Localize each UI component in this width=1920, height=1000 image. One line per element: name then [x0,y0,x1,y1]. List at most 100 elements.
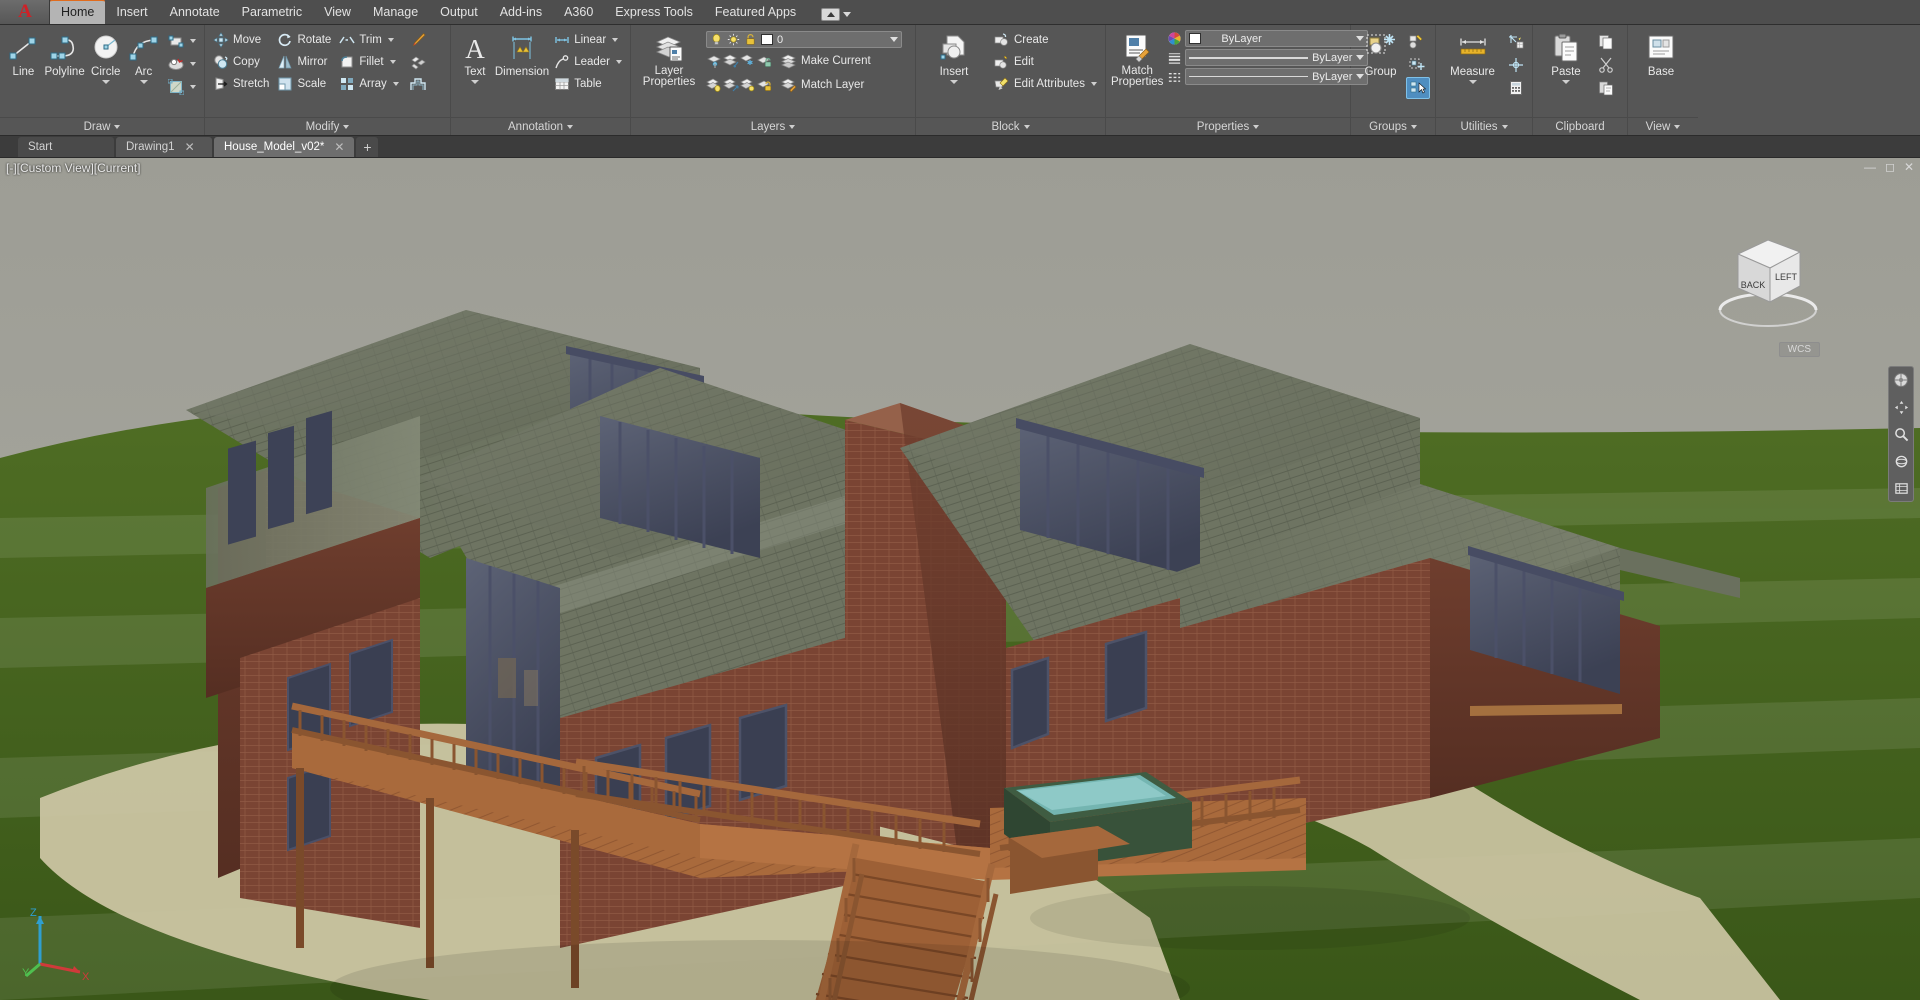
panel-title-modify[interactable]: Modify [205,117,450,135]
modify-offset-button[interactable] [407,73,429,95]
panel-title-annotation[interactable]: Annotation [451,117,630,135]
draw-arc-button[interactable]: Arc [125,29,162,84]
lineweight-icon[interactable] [1167,50,1182,65]
paste-button[interactable]: Paste [1538,29,1594,84]
draw-circle-button[interactable]: Circle [87,29,124,84]
modify-move-button[interactable]: Move [210,29,272,51]
group-selection-on-off-button[interactable] [1406,77,1430,99]
cut-clip-button[interactable] [1595,54,1617,76]
ungroup-button[interactable] [1406,31,1430,53]
layer-unlock-icon[interactable] [757,77,773,93]
block-insert-button[interactable]: Insert [921,29,987,84]
draw-line-button[interactable]: Line [5,29,42,78]
modify-trim-button[interactable]: Trim [336,29,401,51]
group-edit-button[interactable] [1406,54,1430,76]
chevron-down-icon[interactable] [101,80,110,84]
paste-special-button[interactable] [1595,77,1617,99]
zoom-icon[interactable] [1892,425,1910,443]
application-menu-button[interactable]: A [0,0,50,24]
layer-properties-button[interactable]: Layer Properties [636,29,702,88]
orbit-icon[interactable] [1892,452,1910,470]
lock-icon[interactable] [744,33,757,46]
ribbon-tab-annotate[interactable]: Annotate [159,1,231,24]
draw-hatch-button[interactable] [165,53,199,75]
quick-select-button[interactable] [1505,31,1527,53]
chevron-down-icon[interactable] [1562,80,1570,84]
color-wheel-icon[interactable] [1167,31,1182,46]
annotation-linear-button[interactable]: Linear [551,29,625,51]
chevron-down-icon[interactable] [612,38,619,42]
annotation-table-button[interactable]: Table [551,73,625,95]
modify-rotate-button[interactable]: Rotate [274,29,334,51]
panel-title-utilities[interactable]: Utilities [1436,117,1532,135]
block-create-button[interactable]: Create [991,29,1100,51]
measure-button[interactable]: Measure [1441,29,1504,84]
layer-color-swatch[interactable] [761,34,773,45]
layer-make-current-button[interactable]: Make Current [778,50,874,72]
chevron-down-icon[interactable] [392,82,399,86]
layer-turn-all-on-icon[interactable] [723,77,739,93]
ribbon-tab-parametric[interactable]: Parametric [231,1,313,24]
ribbon-tab-express-tools[interactable]: Express Tools [604,1,704,24]
panel-title-view[interactable]: View [1628,117,1698,135]
chevron-down-icon[interactable] [1468,80,1477,84]
panel-title-properties[interactable]: Properties [1106,117,1350,135]
document-tab-drawing1[interactable]: Drawing1 ✕ [116,137,212,157]
copy-clip-button[interactable] [1595,31,1617,53]
chevron-down-icon[interactable] [1090,82,1097,86]
close-icon[interactable]: ✕ [185,140,195,154]
modify-erase-button[interactable] [407,29,429,51]
minimize-icon[interactable]: — [1864,160,1876,174]
base-view-button[interactable]: Base [1633,29,1689,78]
ribbon-tab-view[interactable]: View [313,1,362,24]
drawing-viewport[interactable]: [-][Custom View][Current] — ◻ ✕ BACK LEF… [0,158,1920,1000]
linetype-combo[interactable]: ByLayer [1185,68,1369,85]
modify-stretch-button[interactable]: Stretch [210,73,272,95]
panel-title-block[interactable]: Block [916,117,1105,135]
draw-polyline-button[interactable]: Polyline [43,29,86,78]
chevron-down-icon[interactable] [139,80,148,84]
document-tab-start[interactable]: Start [18,137,114,157]
ribbon-tab-featured-apps[interactable]: Featured Apps [704,1,807,24]
ribbon-tab-a360[interactable]: A360 [553,1,604,24]
close-icon[interactable]: ✕ [1904,160,1914,174]
panel-title-groups[interactable]: Groups [1351,117,1435,135]
match-properties-button[interactable]: Match Properties [1111,29,1163,88]
viewport-label[interactable]: [-][Custom View][Current] [6,161,140,175]
panel-title-draw[interactable]: Draw [0,117,204,135]
bulb-icon[interactable] [710,33,723,46]
modify-fillet-button[interactable]: Fillet [336,51,401,73]
new-document-tab-button[interactable]: + [356,137,379,157]
panel-title-clipboard[interactable]: Clipboard [1533,117,1627,135]
draw-gradient-button[interactable] [165,76,199,98]
chevron-down-icon[interactable] [890,37,898,42]
maximize-icon[interactable]: ◻ [1885,160,1895,174]
ribbon-display-options[interactable] [821,8,852,21]
chevron-down-icon[interactable] [843,12,852,17]
annotation-text-button[interactable]: A Text [456,29,494,84]
layer-off-icon[interactable] [706,77,722,93]
color-combo[interactable]: ByLayer [1185,30,1369,47]
panel-title-layers[interactable]: Layers [631,117,915,135]
block-edit-attributes-button[interactable]: Edit Attributes [991,73,1100,95]
layer-combo[interactable]: 0 [706,31,902,48]
pan-icon[interactable] [1892,398,1910,416]
modify-scale-button[interactable]: Scale [274,73,334,95]
annotation-leader-button[interactable]: Leader [551,51,625,73]
chevron-down-icon[interactable] [616,60,622,64]
modify-mirror-button[interactable]: Mirror [274,51,334,73]
point-style-button[interactable] [1505,54,1527,76]
wcs-selector[interactable]: WCS [1778,342,1820,357]
steering-wheel-icon[interactable] [1892,371,1910,389]
calculator-button[interactable] [1505,77,1527,99]
showmotion-icon[interactable] [1892,479,1910,497]
ribbon-tab-insert[interactable]: Insert [105,1,158,24]
layer-unisolate-icon[interactable] [723,53,739,69]
linetype-icon[interactable] [1167,69,1182,84]
chevron-down-icon[interactable] [190,62,197,66]
group-button[interactable]: Group [1356,29,1405,78]
annotation-dimension-button[interactable]: Dimension [495,29,549,78]
ribbon-display-options-icon[interactable] [821,8,841,21]
block-edit-button[interactable]: Edit [991,51,1100,73]
object-color-swatch[interactable] [1189,33,1202,44]
